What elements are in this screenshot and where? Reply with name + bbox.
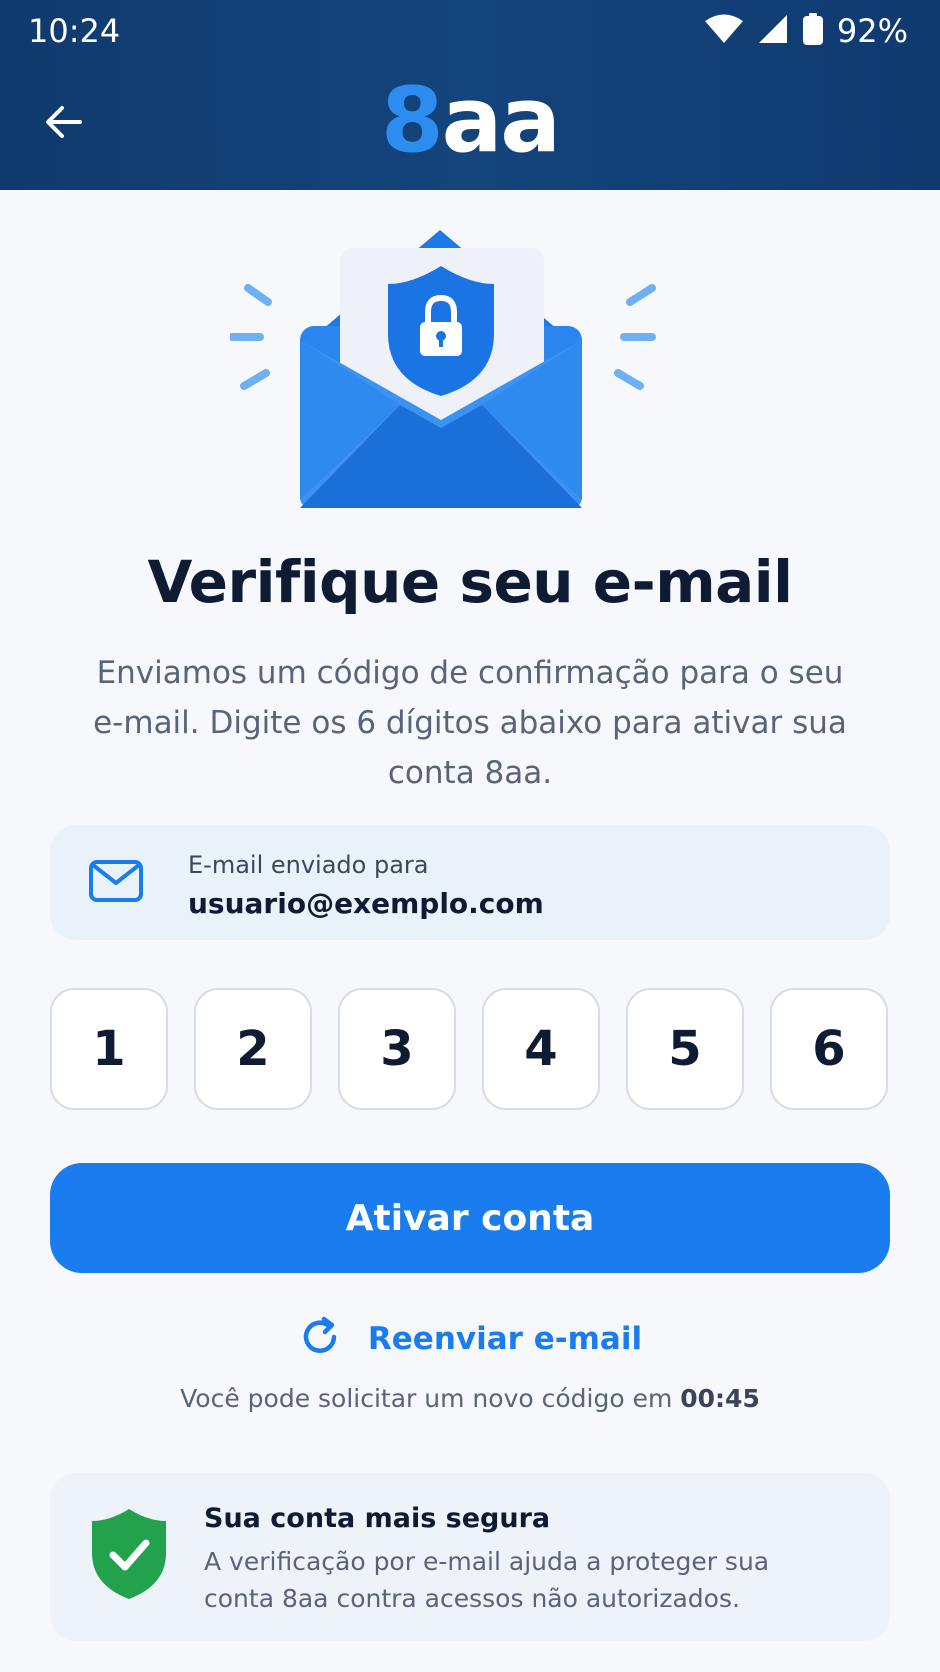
security-note-text: A verificação por e-mail ajuda a protege… [204,1547,770,1613]
resend-email-button[interactable]: Reenviar e-mail [0,1314,940,1364]
resend-countdown: Você pode solicitar um novo código em 00… [0,1384,940,1413]
mail-icon [88,859,144,907]
app-logo: 8aa [0,76,940,166]
otp-digit-2[interactable]: 2 [194,988,312,1110]
otp-digit-5[interactable]: 5 [626,988,744,1110]
countdown-timer: 00:45 [680,1384,760,1413]
battery-percent: 92% [836,12,908,50]
otp-code-input: 1 2 3 4 5 6 [50,988,890,1114]
otp-digit-4[interactable]: 4 [482,988,600,1110]
signal-icon [757,13,789,49]
otp-digit-6[interactable]: 6 [770,988,888,1110]
envelope-shield-lock-icon [228,230,710,530]
status-bar: 10:24 92% [0,0,940,60]
countdown-prefix: Você pode solicitar um novo código em [180,1384,673,1413]
security-note-card: Sua conta mais segura A verificação por … [50,1473,890,1641]
logo-primary: 8 [380,68,444,173]
otp-digit-1[interactable]: 1 [50,988,168,1110]
activate-account-button[interactable]: Ativar conta [50,1163,890,1273]
resend-email-label: Reenviar e-mail [367,1321,643,1357]
shield-check-icon [90,1507,168,1605]
logo-secondary: aa [441,68,561,173]
page-title: Verifique seu e-mail [147,548,793,616]
otp-digit-3[interactable]: 3 [338,988,456,1110]
status-time: 10:24 [28,12,121,50]
battery-icon [802,13,823,49]
email-sent-card: E-mail enviado para usuario@exemplo.com [50,825,890,940]
refresh-icon [298,1315,342,1363]
status-icons: 92% [704,12,908,50]
page-description: Enviamos um código de confirmação para o… [93,655,847,791]
email-sent-label: E-mail enviado para [188,851,429,879]
wifi-icon [704,14,743,48]
security-note-title: Sua conta mais segura [204,1503,551,1534]
app-header: 10:24 92% 8aa [0,0,940,190]
email-address: usuario@exemplo.com [188,887,544,920]
